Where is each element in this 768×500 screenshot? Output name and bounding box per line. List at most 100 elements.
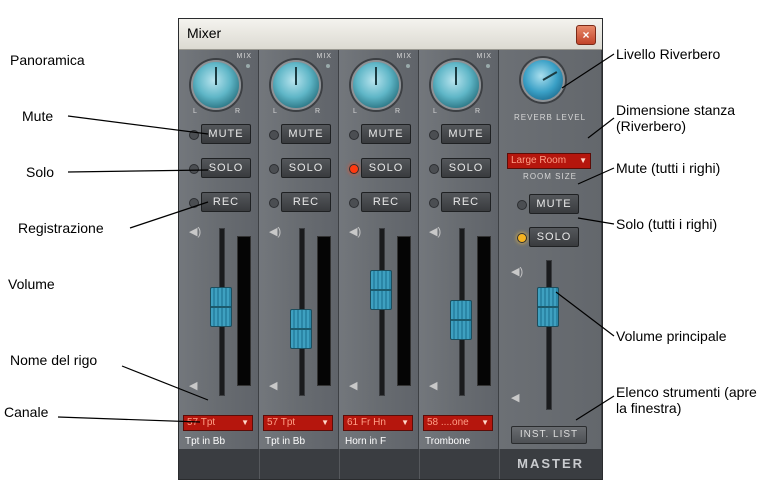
window-title: Mixer — [187, 25, 222, 41]
pan-mix-label: MIX — [316, 53, 332, 60]
pan-mix-led — [486, 64, 490, 68]
solo-button[interactable]: SOLO — [441, 158, 491, 178]
rec-button[interactable]: REC — [441, 192, 491, 212]
speaker-quiet-icon: ◀ — [269, 380, 278, 392]
rec-button[interactable]: REC — [361, 192, 411, 212]
pan-left-label: L — [273, 108, 277, 115]
staff-channel-value: 61 Fr Hn — [347, 417, 386, 428]
staff-channel-select[interactable]: 61 Fr Hn ▼ — [343, 415, 413, 431]
solo-led — [269, 164, 279, 174]
solo-led — [429, 164, 439, 174]
staff-channel-value: 57 Tpt — [267, 417, 296, 428]
staff-name: Horn in F — [345, 436, 387, 447]
solo-row: SOLO — [347, 158, 411, 178]
pan-knob[interactable] — [271, 60, 321, 110]
pan-left-label: L — [193, 108, 197, 115]
solo-led — [189, 164, 199, 174]
speaker-quiet-icon: ◀ — [511, 392, 520, 404]
speaker-loud-icon: ◀) — [189, 226, 202, 238]
channel-strip: MIX L R MUTE SOLO REC ◀) ◀ — [179, 50, 259, 450]
annotation-dimensione-stanza: Dimensione stanza (Riverbero) — [616, 102, 736, 134]
separator — [419, 449, 420, 479]
master-volume-fader[interactable] — [537, 287, 559, 327]
reverb-level-label: REVERB LEVEL — [513, 113, 587, 122]
staff-name: Trombone — [425, 436, 471, 447]
mute-button[interactable]: MUTE — [281, 124, 331, 144]
pan-mix-label: MIX — [396, 53, 412, 60]
chevron-down-icon: ▼ — [579, 156, 587, 165]
channel-strip: MIX L R MUTE SOLO REC ◀) ◀ — [339, 50, 419, 450]
solo-button[interactable]: SOLO — [361, 158, 411, 178]
separator — [499, 449, 500, 479]
volume-fader[interactable] — [290, 308, 312, 349]
knob-pointer — [455, 67, 457, 85]
mixer-window: Mixer × MIX L R MUTE SOLO REC ◀) ◀ 57 Tp… — [178, 18, 603, 480]
chevron-down-icon: ▼ — [241, 418, 249, 427]
pan-mix-label: MIX — [236, 53, 252, 60]
master-volume-track — [546, 260, 552, 410]
volume-fader[interactable] — [370, 269, 392, 310]
room-size-select[interactable]: Large Room ▼ — [507, 153, 591, 169]
mute-button[interactable]: MUTE — [201, 124, 251, 144]
mute-button[interactable]: MUTE — [361, 124, 411, 144]
pan-knob[interactable] — [191, 60, 241, 110]
annotation-mute-tutti: Mute (tutti i righi) — [616, 160, 721, 176]
chevron-down-icon: ▼ — [401, 418, 409, 427]
solo-button[interactable]: SOLO — [201, 158, 251, 178]
annotation-solo: Solo — [26, 164, 55, 180]
annotation-elenco-strumenti: Elenco strumenti (apre la finestra) — [616, 384, 757, 416]
speaker-loud-icon: ◀) — [349, 226, 362, 238]
volume-fader[interactable] — [210, 287, 232, 328]
annotation-panoramica: Panoramica — [10, 52, 85, 68]
pan-mix-led — [406, 64, 410, 68]
staff-channel-select[interactable]: 57 Tpt ▼ — [183, 415, 253, 431]
knob-pointer — [542, 71, 558, 81]
speaker-quiet-icon: ◀ — [189, 380, 198, 392]
reverb-level-knob[interactable] — [521, 58, 565, 102]
inst-list-button[interactable]: INST. LIST — [511, 426, 587, 444]
master-solo-button[interactable]: SOLO — [529, 227, 579, 247]
rec-button[interactable]: REC — [201, 192, 251, 212]
knob-pointer — [215, 67, 217, 85]
rec-led — [429, 198, 439, 208]
level-meter — [397, 236, 411, 386]
staff-channel-value: 58 ....one — [427, 417, 469, 428]
rec-row: REC — [427, 192, 491, 212]
staff-channel-value: 57 Tpt — [187, 417, 216, 428]
rec-row: REC — [187, 192, 251, 212]
pan-knob[interactable] — [431, 60, 481, 110]
rec-led — [349, 198, 359, 208]
bottom-bar: MASTER — [179, 449, 602, 479]
pan-mix-led — [246, 64, 250, 68]
mute-button[interactable]: MUTE — [441, 124, 491, 144]
pan-knob[interactable] — [351, 60, 401, 110]
rec-button[interactable]: REC — [281, 192, 331, 212]
mute-row: MUTE — [427, 124, 491, 144]
mute-led — [269, 130, 279, 140]
annotation-nome-rigo: Nome del rigo — [10, 352, 98, 368]
speaker-loud-icon: ◀) — [511, 266, 524, 278]
chevron-down-icon: ▼ — [321, 418, 329, 427]
annotation-volume: Volume — [8, 276, 55, 292]
mute-row: MUTE — [347, 124, 411, 144]
speaker-loud-icon: ◀) — [429, 226, 442, 238]
channel-strip: MIX L R MUTE SOLO REC ◀) ◀ — [259, 50, 339, 450]
pan-right-label: R — [315, 108, 321, 115]
title-bar[interactable]: Mixer × — [179, 19, 602, 50]
solo-button[interactable]: SOLO — [281, 158, 331, 178]
annotation-volume-principale: Volume principale — [616, 328, 727, 344]
master-mute-row: MUTE — [515, 194, 579, 214]
pan-left-label: L — [433, 108, 437, 115]
close-icon[interactable]: × — [576, 25, 596, 45]
pan-left-label: L — [353, 108, 357, 115]
annotation-canale: Canale — [4, 404, 49, 420]
pan-mix-led — [326, 64, 330, 68]
volume-fader[interactable] — [450, 300, 472, 340]
staff-channel-select[interactable]: 57 Tpt ▼ — [263, 415, 333, 431]
knob-pointer — [375, 67, 377, 85]
level-meter — [477, 236, 491, 386]
staff-channel-select[interactable]: 58 ....one ▼ — [423, 415, 493, 431]
pan-right-label: R — [395, 108, 401, 115]
separator — [339, 449, 340, 479]
master-mute-button[interactable]: MUTE — [529, 194, 579, 214]
